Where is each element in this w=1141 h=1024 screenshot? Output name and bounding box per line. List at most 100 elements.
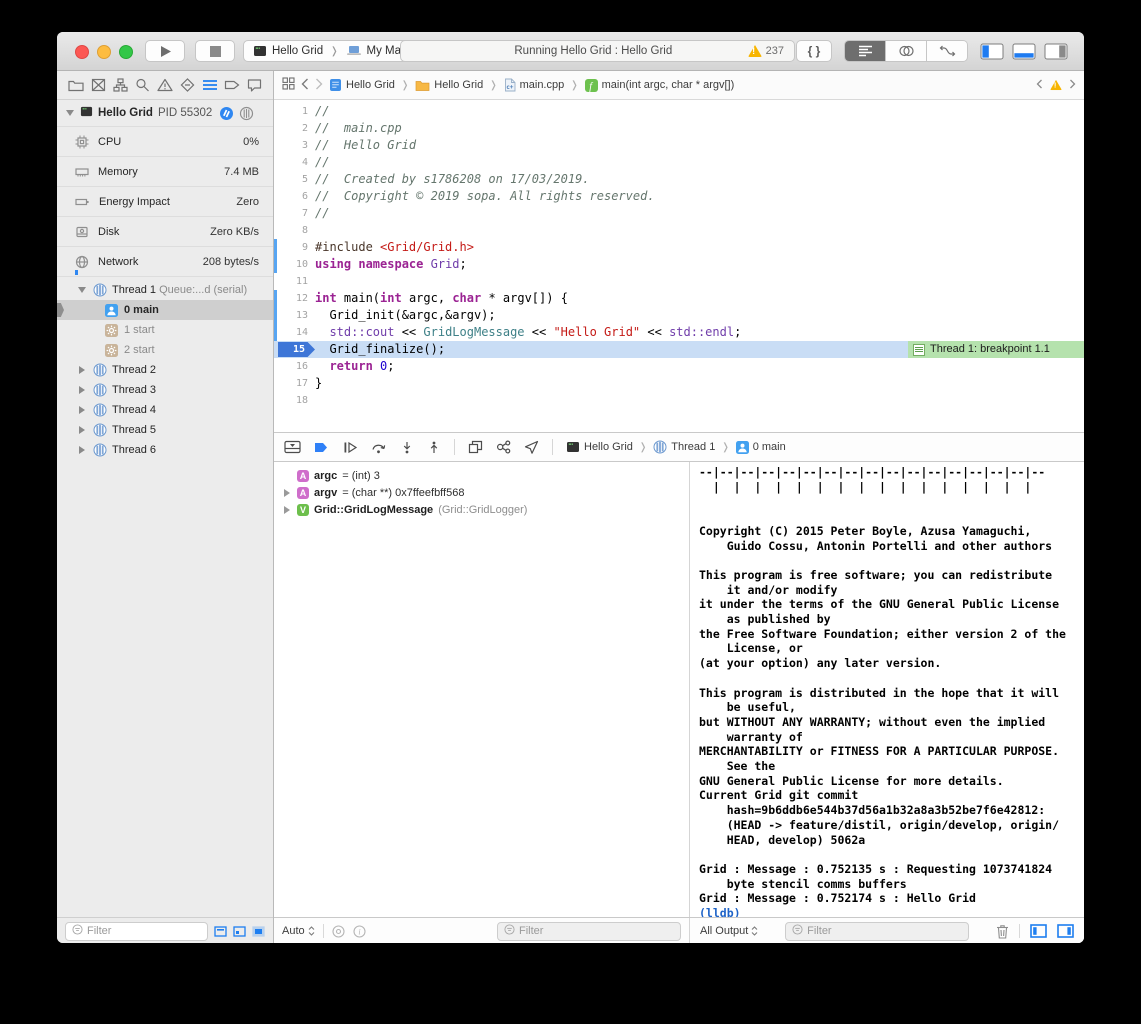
disclosure-triangle-icon[interactable] (282, 506, 292, 514)
assistant-editor-button[interactable] (885, 41, 926, 61)
process-row[interactable]: Hello Grid PID 55302 (57, 100, 273, 126)
disclosure-triangle-icon[interactable] (282, 489, 292, 497)
issue-navigator-icon[interactable] (156, 76, 174, 94)
disclosure-triangle-icon[interactable] (79, 446, 85, 454)
inspector-toggle-button[interactable] (1044, 43, 1068, 60)
breakpoint-badge[interactable]: 15 (278, 342, 315, 357)
show-paused-only-button[interactable] (214, 925, 227, 938)
continue-button[interactable] (343, 441, 358, 454)
debug-area-toggle-button[interactable] (1012, 43, 1036, 60)
show-stack-frames-button[interactable] (252, 925, 265, 938)
breakpoint-annotation[interactable]: Thread 1: breakpoint 1.1 (908, 341, 1084, 358)
source-control-navigator-icon[interactable] (89, 76, 107, 94)
code-text: } (315, 375, 1084, 392)
jump-bar-item[interactable]: fmain(int argc, char * argv[]) (585, 79, 735, 92)
gauge-row-disk[interactable]: DiskZero KB/s (57, 216, 273, 246)
zoom-window-button[interactable] (119, 45, 133, 59)
step-out-button[interactable] (427, 441, 441, 454)
next-issue-button[interactable] (1069, 79, 1076, 92)
thread-row[interactable]: Thread 6 (57, 440, 273, 460)
frame-label: 2 start (124, 344, 155, 356)
gear-icon (105, 324, 118, 337)
jump-bar-item[interactable]: c+main.cpp (504, 78, 565, 92)
navigator-filter-input[interactable]: Filter (65, 922, 208, 941)
debug-breadcrumb-item[interactable]: Hello Grid (566, 440, 633, 454)
issue-warning-icon[interactable] (1050, 80, 1062, 90)
forward-button[interactable] (315, 78, 323, 93)
gauge-row-memory[interactable]: Memory7.4 MB (57, 156, 273, 186)
memory-graph-button[interactable] (496, 440, 511, 454)
run-button[interactable] (145, 40, 185, 62)
debug-breadcrumb-item[interactable]: 0 main (736, 441, 786, 454)
stop-button[interactable] (195, 40, 235, 62)
console-scope-popup[interactable]: All Output (700, 925, 758, 937)
library-button[interactable]: { } (796, 40, 832, 62)
minimize-window-button[interactable] (97, 45, 111, 59)
simulate-location-button[interactable] (524, 440, 539, 454)
lldb-prompt: (lldb) (699, 906, 1084, 917)
console-line: as published by (699, 612, 1084, 627)
console-view-toggle-button[interactable] (1057, 924, 1074, 938)
pause-process-button[interactable] (219, 106, 234, 121)
disclosure-triangle-icon[interactable] (66, 110, 74, 116)
scheme-selector[interactable]: Hello Grid ❭ My Mac (243, 40, 417, 62)
thread-row[interactable]: Thread 2 (57, 360, 273, 380)
flag-filter-icon[interactable] (332, 925, 345, 938)
step-into-button[interactable] (400, 441, 414, 454)
thread-row[interactable]: Thread 1 Queue:...d (serial) (57, 280, 273, 300)
info-icon[interactable]: i (353, 925, 366, 938)
related-items-icon[interactable] (282, 77, 295, 93)
variables-scope-popup[interactable]: Auto (282, 925, 315, 937)
report-navigator-icon[interactable] (245, 76, 263, 94)
variables-view-toggle-button[interactable] (1030, 924, 1047, 938)
console-output[interactable]: --|--|--|--|--|--|--|--|--|--|--|--|--|-… (690, 462, 1084, 917)
stack-frame-row[interactable]: 0 main (57, 300, 273, 320)
disclosure-triangle-icon[interactable] (78, 287, 86, 293)
previous-issue-button[interactable] (1036, 79, 1043, 92)
disclosure-triangle-icon[interactable] (79, 426, 85, 434)
warning-count-badge[interactable]: 237 (738, 45, 794, 57)
console-filter-input[interactable]: Filter (785, 922, 969, 941)
symbol-navigator-icon[interactable] (112, 76, 130, 94)
project-navigator-icon[interactable] (67, 76, 85, 94)
jump-bar-item[interactable]: Hello Grid (329, 78, 395, 92)
jump-bar-item[interactable]: Hello Grid (415, 79, 483, 92)
debug-navigator-icon[interactable] (201, 76, 219, 94)
view-by-queue-button[interactable] (239, 106, 254, 121)
thread-row[interactable]: Thread 4 (57, 400, 273, 420)
console-line (699, 847, 1084, 862)
thread-row[interactable]: Thread 5 (57, 420, 273, 440)
step-over-button[interactable] (371, 441, 387, 454)
find-navigator-icon[interactable] (134, 76, 152, 94)
disclosure-triangle-icon[interactable] (79, 406, 85, 414)
source-editor[interactable]: 1//2// main.cpp3// Hello Grid4//5// Crea… (274, 100, 1084, 432)
hide-debug-area-button[interactable] (284, 440, 301, 454)
view-hierarchy-button[interactable] (468, 440, 483, 454)
clear-console-button[interactable] (996, 924, 1009, 939)
standard-editor-button[interactable] (845, 41, 885, 61)
disclosure-triangle-icon[interactable] (79, 366, 85, 374)
stack-frame-row[interactable]: 1 start (57, 320, 273, 340)
show-running-blocks-button[interactable] (233, 925, 246, 938)
variable-row[interactable]: Aargv= (char **) 0x7ffeefbff568 (274, 484, 689, 501)
breakpoints-toggle-button[interactable] (314, 441, 330, 454)
close-window-button[interactable] (75, 45, 89, 59)
gauge-row-energy-impact[interactable]: Energy ImpactZero (57, 186, 273, 216)
stack-frame-row[interactable]: 2 start (57, 340, 273, 360)
variables-filter-input[interactable]: Filter (497, 922, 681, 941)
variable-row[interactable]: Aargc= (int) 3 (274, 467, 689, 484)
thread-row[interactable]: Thread 3 (57, 380, 273, 400)
debug-area-bottom-bar: Auto i Filter All Output (274, 917, 1084, 943)
back-button[interactable] (301, 78, 309, 93)
gauge-row-cpu[interactable]: CPU0% (57, 126, 273, 156)
variable-row[interactable]: VGrid::GridLogMessage(Grid::GridLogger) (274, 501, 689, 518)
breakpoint-navigator-icon[interactable] (223, 76, 241, 94)
test-navigator-icon[interactable] (178, 76, 196, 94)
updown-chevron-icon (308, 926, 315, 936)
version-editor-button[interactable] (926, 41, 967, 61)
gauge-row-network[interactable]: Network208 bytes/s (57, 246, 273, 276)
console-line: be useful, (699, 700, 1084, 715)
debug-breadcrumb-item[interactable]: Thread 1 (653, 440, 715, 454)
disclosure-triangle-icon[interactable] (79, 386, 85, 394)
navigator-toggle-button[interactable] (980, 43, 1004, 60)
